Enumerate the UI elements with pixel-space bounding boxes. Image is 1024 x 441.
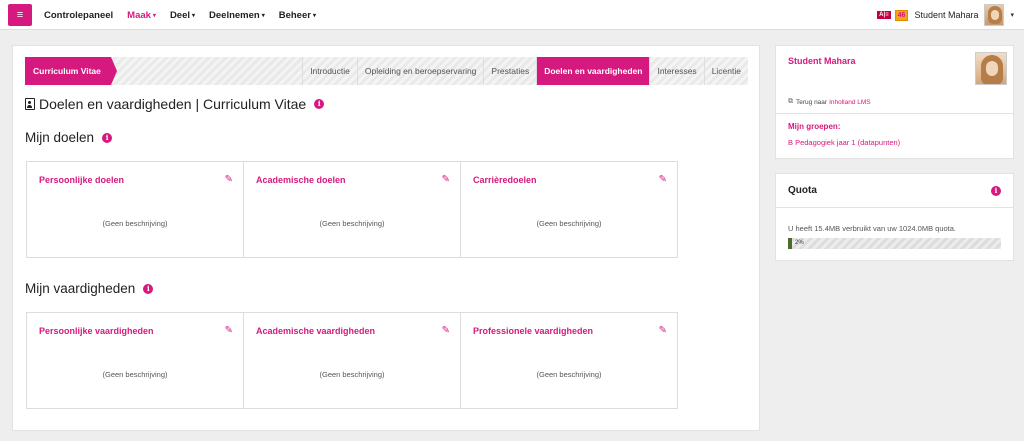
nav-item-label: Controlepaneel — [44, 9, 114, 21]
groups-label: Mijn groepen: — [788, 122, 841, 131]
card-title[interactable]: Academische doelen — [256, 175, 346, 185]
tab-licentie[interactable]: Licentie — [703, 57, 748, 85]
quota-progress-bar: 2% — [788, 238, 1001, 249]
skills-heading: Mijn vaardigheden i — [25, 281, 154, 296]
card-title[interactable]: Persoonlijke vaardigheden — [39, 326, 154, 336]
profile-name-link[interactable]: Student Mahara — [788, 56, 856, 66]
page-title: Doelen en vaardigheden | Curriculum Vita… — [25, 96, 325, 112]
pencil-icon[interactable]: ✎ — [225, 174, 233, 185]
card-title[interactable]: Professionele vaardigheden — [473, 326, 593, 336]
profile-sidebar-block: Student Mahara ⧉ Terug naar Inholland LM… — [775, 45, 1014, 159]
tab-introductie[interactable]: Introductie — [302, 57, 357, 85]
user-avatar[interactable] — [984, 4, 1005, 26]
skills-heading-text: Mijn vaardigheden — [25, 281, 136, 296]
card-description: (Geen beschrijving) — [536, 219, 602, 228]
card-description: (Geen beschrijving) — [319, 370, 385, 379]
quota-text: U heeft 15.4MB verbruikt van uw 1024.0MB… — [788, 224, 957, 233]
notification-count-badge[interactable]: 46 — [894, 9, 909, 21]
pencil-icon[interactable]: ✎ — [442, 174, 450, 185]
main-content-panel: Curriculum Vitae Introductie Opleiding e… — [12, 45, 760, 431]
tab-opleiding[interactable]: Opleiding en beroepservaring — [356, 57, 484, 85]
card-title[interactable]: Academische vaardigheden — [256, 326, 375, 336]
quota-title: Quota — [788, 185, 817, 196]
top-navigation-bar: ≡ Controlepaneel Maak ▾ Deel ▾ Deelnemen ▾ … — [0, 0, 1024, 30]
tab-prestaties[interactable]: Prestaties — [483, 57, 536, 85]
quota-sidebar-block: Quota i U heeft 15.4MB verbruikt van uw … — [775, 173, 1014, 261]
caret-down-icon: ▾ — [261, 12, 265, 19]
nav-item-label: Deelnemen — [209, 9, 260, 21]
tab-interesses[interactable]: Interesses — [649, 57, 703, 85]
user-area: A|≡ 46 Student Mahara ▾ — [877, 4, 1014, 26]
resume-tab-bar: Curriculum Vitae Introductie Opleiding e… — [25, 57, 748, 85]
info-icon[interactable]: i — [143, 283, 154, 294]
id-card-icon — [25, 98, 35, 110]
caret-down-icon: ▾ — [152, 12, 156, 19]
card-title[interactable]: Carrièredoelen — [473, 175, 537, 185]
divider — [776, 113, 1013, 114]
nav-item-label: Deel — [169, 9, 191, 21]
language-switch-icon[interactable]: A|≡ — [877, 11, 891, 19]
caret-down-icon: ▾ — [312, 12, 316, 19]
caret-down-icon: ▾ — [192, 12, 196, 19]
nav-item-deelnemen[interactable]: Deelnemen ▾ — [209, 10, 265, 21]
card-description: (Geen beschrijving) — [102, 219, 168, 228]
main-menu-button[interactable]: ≡ — [8, 4, 32, 26]
pencil-icon[interactable]: ✎ — [442, 325, 450, 336]
nav-item-beheer[interactable]: Beheer ▾ — [279, 10, 316, 21]
page-title-text: Doelen en vaardigheden | Curriculum Vita… — [39, 96, 307, 112]
nav-item-controlepaneel[interactable]: Controlepaneel — [44, 10, 113, 21]
nav-item-label: Maak — [127, 9, 151, 21]
resume-section-label: Curriculum Vitae — [25, 57, 117, 85]
external-link-icon: ⧉ — [788, 98, 793, 105]
main-nav: Controlepaneel Maak ▾ Deel ▾ Deelnemen ▾ Be… — [44, 0, 330, 30]
skills-grid: Persoonlijke vaardigheden ✎ (Geen beschr… — [26, 312, 678, 409]
group-link[interactable]: B Pedagogiek jaar 1 (datapunten) — [788, 138, 900, 147]
quota-progress-fill — [788, 238, 792, 249]
divider — [776, 207, 1013, 208]
info-icon[interactable]: i — [991, 186, 1001, 196]
resume-tabs: Introductie Opleiding en beroepservaring… — [302, 57, 748, 85]
card-description: (Geen beschrijving) — [319, 219, 385, 228]
card-title[interactable]: Persoonlijke doelen — [39, 175, 124, 185]
goals-grid: Persoonlijke doelen ✎ (Geen beschrijving… — [26, 161, 678, 258]
nav-item-label: Beheer — [278, 9, 311, 21]
goal-card-academisch: Academische doelen ✎ (Geen beschrijving) — [244, 162, 461, 257]
info-icon[interactable]: i — [314, 99, 325, 109]
back-prefix: Terug naar — [796, 98, 828, 106]
user-menu-caret-icon[interactable]: ▾ — [1010, 11, 1014, 19]
skill-card-persoonlijk: Persoonlijke vaardigheden ✎ (Geen beschr… — [27, 313, 244, 408]
info-icon[interactable]: i — [102, 132, 113, 143]
goal-card-carriere: Carrièredoelen ✎ (Geen beschrijving) — [461, 162, 677, 257]
goals-heading: Mijn doelen i — [25, 130, 113, 145]
pencil-icon[interactable]: ✎ — [225, 325, 233, 336]
pencil-icon[interactable]: ✎ — [659, 325, 667, 336]
nav-item-maak[interactable]: Maak ▾ — [127, 10, 156, 21]
card-description: (Geen beschrijving) — [102, 370, 168, 379]
skill-card-professioneel: Professionele vaardigheden ✎ (Geen besch… — [461, 313, 677, 408]
goals-heading-text: Mijn doelen — [25, 130, 95, 145]
goal-card-persoonlijk: Persoonlijke doelen ✎ (Geen beschrijving… — [27, 162, 244, 257]
tab-doelen-en-vaardigheden[interactable]: Doelen en vaardigheden — [536, 57, 650, 85]
user-name[interactable]: Student Mahara — [914, 10, 978, 20]
nav-item-deel[interactable]: Deel ▾ — [170, 10, 195, 21]
quota-percent-label: 2% — [795, 240, 804, 246]
profile-photo[interactable] — [975, 52, 1007, 85]
lms-link[interactable]: Inholland LMS — [829, 99, 871, 106]
pencil-icon[interactable]: ✎ — [659, 174, 667, 185]
back-to-lms-row: ⧉ Terug naar Inholland LMS — [788, 98, 871, 106]
skill-card-academisch: Academische vaardigheden ✎ (Geen beschri… — [244, 313, 461, 408]
card-description: (Geen beschrijving) — [536, 370, 602, 379]
